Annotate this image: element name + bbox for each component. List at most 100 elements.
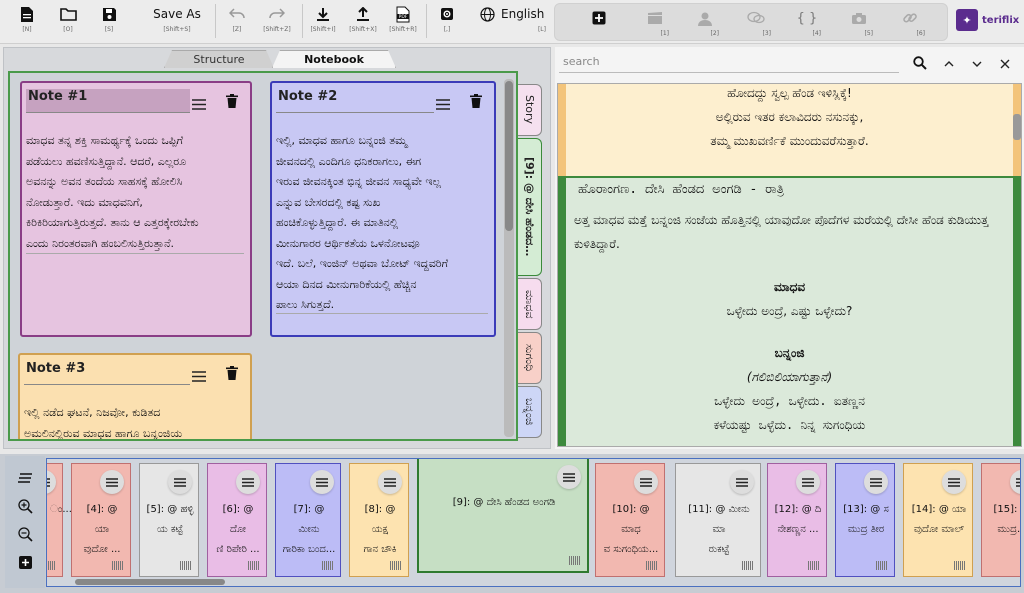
timeline-tools	[5, 456, 45, 588]
scrollbar-thumb[interactable]	[505, 81, 513, 231]
language-button[interactable]: English [L]	[480, 4, 550, 40]
note-card[interactable]: Note #1 ಮಾಧವ ತನ್ನ ಶಕ್ತಿ ಸಾಮರ್ಥ್ಯಕ್ಕೆ ಒಂದ…	[20, 81, 252, 337]
export-button[interactable]: [Shift+X]	[348, 4, 378, 40]
menu-icon[interactable]	[436, 95, 450, 114]
scene-card[interactable]: [7]: @ ಮೀನು ಗಾರಿಕಾ ಬಂದ...	[275, 463, 341, 577]
trash-icon[interactable]	[226, 93, 238, 112]
add-button[interactable]	[589, 8, 609, 44]
scene-card-label: [7]: @ ಮೀನು ಗಾರಿಕಾ ಬಂದ...	[282, 504, 336, 555]
note-card[interactable]: Note #3 ಇಲ್ಲಿ ನಡೆದ ಘಟನೆ, ನಿಜವೋ, ಕುಡಿತದ ಅ…	[18, 353, 252, 439]
scene-card[interactable]: [11]: @ ಮೀನು ಮಾ ರುಕಟ್ಟೆ	[675, 463, 761, 577]
document-scrollbar[interactable]	[1013, 114, 1021, 140]
scene-card[interactable]: [9]: @ ದೇಸಿ ಹೆಂಡದ ಅಂಗಡಿ	[417, 459, 589, 573]
menu-icon[interactable]	[557, 465, 581, 489]
list-icon[interactable]	[15, 468, 35, 488]
pdf-icon: PDF	[396, 4, 410, 24]
scene-block-current[interactable]: ಹೊರಾಂಗಣ. ದೇಸಿ ಹೆಂಡದ ಅಂಗಡಿ - ರಾತ್ರಿ ಅತ್ತ …	[558, 176, 1021, 446]
character-name: ಮಾಧವ	[773, 280, 806, 294]
side-tab-character-bannanji[interactable]: ಬನ್ನಂಜಿ	[518, 386, 542, 438]
character-tool-button[interactable]: [2]	[691, 8, 719, 44]
close-icon[interactable]	[999, 55, 1011, 74]
import-button[interactable]: [Shift+I]	[310, 4, 336, 40]
menu-icon[interactable]	[942, 470, 966, 494]
menu-icon[interactable]	[310, 470, 334, 494]
scene-card[interactable]: [13]: @ ಸ ಮುದ್ರ ತೀರ	[835, 463, 895, 577]
menu-icon[interactable]	[192, 95, 206, 114]
scene-card[interactable]: [8]: @ ಯಕ್ಷ ಗಾನ ಚೌಕಿ	[349, 463, 409, 577]
link-icon	[902, 8, 918, 28]
chevron-up-icon[interactable]	[943, 55, 955, 74]
parenthetical-tool-button[interactable]: { } [4]	[793, 8, 821, 44]
screenplay-panel: ಹೋದದ್ದು ಸ್ವಲ್ಪ ಹೆಂಡ ಇಳಿಸ್ಲಿಕ್ಕೆ! ಅಲ್ಲಿರು…	[555, 47, 1024, 449]
note-card[interactable]: Note #2 ಇಲ್ಲಿ, ಮಾಧವ ಹಾಗೂ ಬನ್ನಂಜಿ ತಮ್ಮ ಜೀ…	[270, 81, 496, 337]
menu-icon[interactable]	[100, 470, 124, 494]
pdf-export-button[interactable]: PDF [Shift+R]	[388, 4, 418, 40]
tab-structure[interactable]: Structure	[164, 50, 274, 68]
menu-icon[interactable]	[236, 470, 260, 494]
save-as-button[interactable]: Save As [Shift+S]	[146, 4, 208, 40]
settings-button[interactable]: [,]	[436, 4, 458, 40]
side-tab-character-sugandhi[interactable]: ಸುಗಂಧಿ	[518, 332, 542, 384]
note-body[interactable]: ಇಲ್ಲಿ ನಡೆದ ಘಟನೆ, ನಿಜವೋ, ಕುಡಿತದ ಅಮಲಿನಲ್ಲಿ…	[24, 403, 244, 439]
note-title[interactable]: Note #3	[24, 361, 190, 385]
barcode-icon	[569, 556, 581, 565]
new-file-icon	[20, 4, 34, 24]
scene-card[interactable]: ಂ...	[47, 463, 72, 577]
menu-icon[interactable]	[192, 367, 206, 386]
chevron-down-icon[interactable]	[971, 55, 983, 74]
menu-icon[interactable]	[168, 470, 192, 494]
side-tab-character-madhava[interactable]: ಮಾಧವ	[518, 278, 542, 330]
search-input[interactable]	[559, 51, 899, 73]
side-tab-story[interactable]: Story	[518, 84, 542, 136]
scene-card[interactable]: [5]: @ ಹಳ್ಳಿ ಯ ಕಟ್ಟೆ	[139, 463, 199, 577]
menu-icon[interactable]	[730, 470, 754, 494]
shot-tool-button[interactable]: [5]	[845, 8, 873, 44]
note-title[interactable]: Note #1	[26, 89, 190, 113]
insert-toolbar-group: [1] [2] [3] { } [4] [5] [6]	[554, 3, 948, 41]
screenplay-document[interactable]: ಹೋದದ್ದು ಸ್ವಲ್ಪ ಹೆಂಡ ಇಳಿಸ್ಲಿಕ್ಕೆ! ಅಲ್ಲಿರು…	[557, 83, 1022, 447]
transition-tool-button[interactable]: [6]	[895, 8, 925, 44]
menu-icon[interactable]	[1010, 470, 1020, 494]
scene-card[interactable]: [10]: @ ಮಾಧ ವ ಸುಗಂಧಿಯ...	[595, 463, 665, 577]
menu-icon[interactable]	[864, 470, 888, 494]
scene-card[interactable]: [15]: @ ಮುದ್ರ...	[981, 463, 1020, 577]
note-body[interactable]: ಮಾಧವ ತನ್ನ ಶಕ್ತಿ ಸಾಮರ್ಥ್ಯಕ್ಕೆ ಒಂದು ಒಪ್ಪಿಗ…	[26, 131, 244, 254]
trash-icon[interactable]	[470, 93, 482, 112]
scene-block[interactable]: ಹೋದದ್ದು ಸ್ವಲ್ಪ ಹೆಂಡ ಇಳಿಸ್ಲಿಕ್ಕೆ! ಅಲ್ಲಿರು…	[558, 84, 1021, 176]
note-body[interactable]: ಇಲ್ಲಿ, ಮಾಧವ ಹಾಗೂ ಬನ್ನಂಜಿ ತಮ್ಮ ಜೀವನದಲ್ಲಿ …	[276, 131, 488, 316]
tab-notebook[interactable]: Notebook	[272, 50, 396, 68]
redo-button[interactable]: [Shift+Z]	[262, 4, 292, 40]
add-scene-icon[interactable]	[15, 552, 35, 572]
notebook-scrollbar[interactable]	[504, 79, 514, 437]
trash-icon[interactable]	[226, 365, 238, 384]
barcode-icon	[322, 561, 334, 570]
dialogue: ಕಳೆಯಷ್ಟು ಒಳ್ಳೆದು. ನಿನ್ನ ಸುಗಂಧಿಯ	[713, 418, 866, 432]
search-icon[interactable]	[913, 55, 927, 74]
dialogue: ಒಳ್ಳೇದು ಅಂದ್ರೆ, ಒಳ್ಳೇದು. ಐತಣ್ಣನ	[714, 394, 865, 408]
menu-icon[interactable]	[796, 470, 820, 494]
menu-icon[interactable]	[378, 470, 402, 494]
note-title[interactable]: Note #2	[276, 89, 434, 113]
redo-icon	[269, 4, 285, 24]
dialogue-tool-button[interactable]: [3]	[741, 8, 771, 44]
scene-tool-button[interactable]: [1]	[641, 8, 669, 44]
new-button[interactable]: [N]	[14, 4, 40, 40]
timeline-scrollbar[interactable]	[75, 579, 225, 585]
scene-strip[interactable]: ಂ... [4]: @ ಯಾ ವುದೋ ... [5]: @ ಹಳ್ಳಿ ಯ ಕಟ್…	[46, 458, 1021, 587]
barcode-icon	[646, 561, 658, 570]
scene-card-label: [4]: @ ಯಾ ವುದೋ ...	[83, 504, 121, 555]
toolbar-divider	[302, 4, 303, 38]
menu-icon[interactable]	[47, 470, 56, 494]
scene-card[interactable]: [4]: @ ಯಾ ವುದೋ ...	[71, 463, 131, 577]
scene-card[interactable]: [12]: @ ದಿ ನೇಶಣ್ಣನ ...	[767, 463, 827, 577]
scene-card[interactable]: [6]: @ ದೋ ಣಿ ರಿಪೇರಿ ...	[207, 463, 267, 577]
zoom-out-icon[interactable]	[15, 524, 35, 544]
save-button[interactable]: [S]	[96, 4, 122, 40]
left-panel: Structure Notebook Note #1 ಮಾಧವ ತನ್ನ ಶಕ್…	[3, 47, 551, 449]
open-button[interactable]: [O]	[55, 4, 81, 40]
menu-icon[interactable]	[634, 470, 658, 494]
scene-card[interactable]: [14]: @ ಯಾ ವುದೋ ಮಾಲ್	[903, 463, 973, 577]
side-tab-scene[interactable]: [9]: @ ದೇಸಿ ಹೆಂಡದ…	[518, 138, 542, 276]
zoom-in-icon[interactable]	[15, 496, 35, 516]
undo-button[interactable]: [Z]	[224, 4, 250, 40]
